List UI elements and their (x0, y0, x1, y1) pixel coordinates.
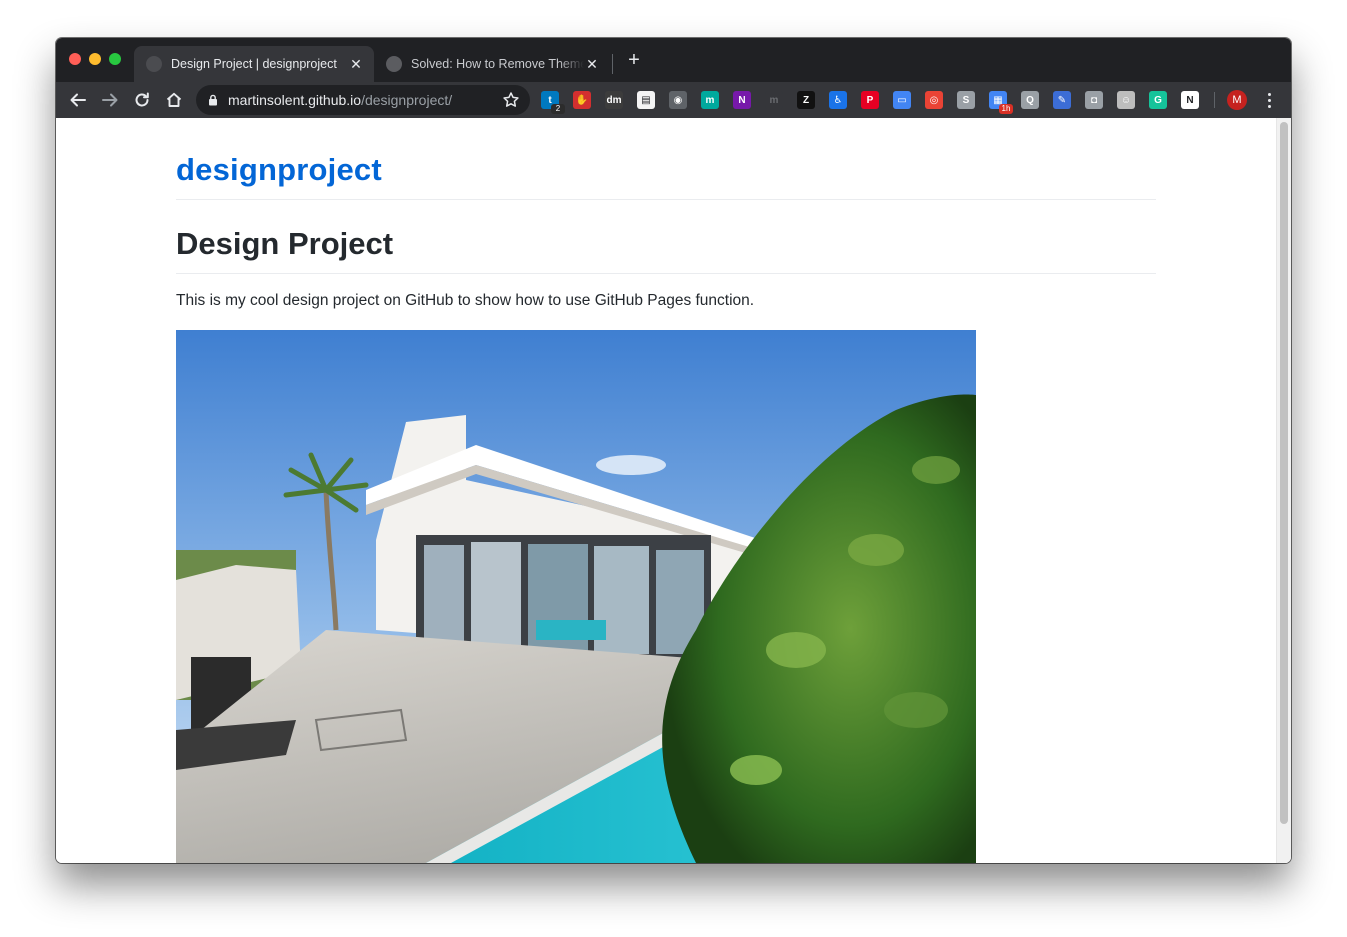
url-path: /designproject/ (361, 92, 453, 108)
skype-icon[interactable]: S (957, 91, 975, 109)
globe-icon (146, 56, 162, 72)
new-tab-button[interactable]: + (624, 50, 644, 70)
extension-badge: 2 (551, 104, 565, 114)
tab-title: Solved: How to Remove Theme f (411, 57, 584, 71)
zebra-icon[interactable]: Z (797, 91, 815, 109)
tab-separator (612, 54, 613, 74)
extension-glyph: m (705, 94, 715, 106)
extension-glyph: G (1154, 94, 1162, 106)
camera-icon[interactable]: ◘ (1085, 91, 1103, 109)
extension-glyph: Q (1026, 94, 1034, 106)
intro-paragraph: This is my cool design project on GitHub… (176, 292, 755, 309)
trello-icon[interactable]: t2 (541, 91, 565, 114)
browser-window: Design Project | designproject ✕ Solved:… (56, 38, 1291, 863)
extension-glyph: dm (606, 94, 622, 106)
address-bar[interactable]: martinsolent.github.io/designproject/ (196, 85, 530, 115)
extension-glyph: ☺ (1120, 94, 1132, 106)
pinterest-icon[interactable]: P (861, 91, 879, 109)
adblock-icon[interactable]: ✋ (573, 91, 591, 109)
extension-glyph: ✎ (1057, 94, 1067, 106)
extension-glyph: ▤ (641, 94, 651, 106)
zoom-window-button[interactable] (109, 53, 121, 65)
tab-design-project[interactable]: Design Project | designproject ✕ (134, 46, 374, 82)
reload-button[interactable] (130, 88, 154, 112)
forward-button[interactable] (98, 88, 122, 112)
onenote-icon[interactable]: N (733, 91, 751, 109)
house-photo (176, 330, 976, 863)
home-button[interactable] (162, 88, 186, 112)
calendar-icon[interactable]: ▦ 1h (989, 91, 1013, 114)
page-viewport: designproject Design Project This is my … (56, 118, 1291, 863)
page-heading: Design Project (176, 226, 394, 261)
grammarly-icon[interactable]: G (1149, 91, 1167, 109)
extension-glyph: ♿ (833, 94, 843, 106)
arrow-left-icon (70, 93, 86, 107)
scrollbar-thumb[interactable] (1280, 122, 1288, 824)
arrow-right-icon (102, 93, 118, 107)
bulb-icon[interactable]: ◉ (669, 91, 687, 109)
extension-glyph: P (866, 94, 874, 106)
minimize-window-button[interactable] (89, 53, 101, 65)
tab-solved-remove-theme[interactable]: Solved: How to Remove Theme f ✕ (374, 46, 610, 82)
m-circle-icon[interactable]: m (701, 91, 719, 109)
close-tab-icon[interactable]: ✕ (348, 56, 364, 73)
notion-icon[interactable]: N (1181, 91, 1199, 109)
close-tab-icon[interactable]: ✕ (584, 56, 600, 73)
extension-glyph: ◎ (929, 94, 939, 106)
close-window-button[interactable] (69, 53, 81, 65)
extension-glyph: ▭ (897, 94, 907, 106)
scrollbar[interactable] (1276, 118, 1291, 863)
extension-glyph: m (769, 94, 779, 106)
site-title-link[interactable]: designproject (176, 152, 382, 188)
header-divider (176, 199, 1156, 200)
extension-badge: 1h (999, 104, 1013, 114)
heading-divider (176, 273, 1156, 274)
extension-glyph: S (962, 94, 970, 106)
url-host: martinsolent.github.io (228, 92, 362, 108)
extension-glyph: ◘ (1090, 94, 1098, 106)
keep-icon[interactable]: Q (1021, 91, 1039, 109)
dm-icon[interactable]: dm (605, 91, 623, 109)
sheets-icon[interactable]: ▤ (637, 91, 655, 109)
notes-icon[interactable]: ✎ (1053, 91, 1071, 109)
extension-glyph: N (738, 94, 746, 106)
accessibility-icon[interactable]: ♿ (829, 91, 847, 109)
profile-avatar[interactable]: M (1227, 90, 1247, 110)
tab-title: Design Project | designproject (171, 57, 337, 71)
lock-icon (209, 94, 217, 106)
extension-glyph: ◉ (673, 94, 683, 106)
home-icon (166, 92, 182, 107)
tab-strip: Design Project | designproject ✕ Solved:… (56, 38, 1291, 82)
docs-icon[interactable]: ▭ (893, 91, 911, 109)
smiley-icon[interactable]: ☺ (1117, 91, 1135, 109)
chrome-ring-icon[interactable]: ◎ (925, 91, 943, 109)
extension-glyph: Z (802, 94, 810, 106)
reload-icon (135, 92, 149, 107)
m-italic-icon[interactable]: m (765, 91, 783, 109)
bookmark-star-icon[interactable] (502, 91, 520, 109)
back-button[interactable] (66, 88, 90, 112)
more-menu-icon[interactable] (1261, 90, 1277, 110)
github-icon (386, 56, 402, 72)
toolbar: martinsolent.github.io/designproject/ t2… (56, 82, 1291, 118)
extension-glyph: ✋ (575, 94, 589, 106)
toolbar-separator (1214, 92, 1215, 108)
extension-glyph: N (1186, 94, 1194, 106)
